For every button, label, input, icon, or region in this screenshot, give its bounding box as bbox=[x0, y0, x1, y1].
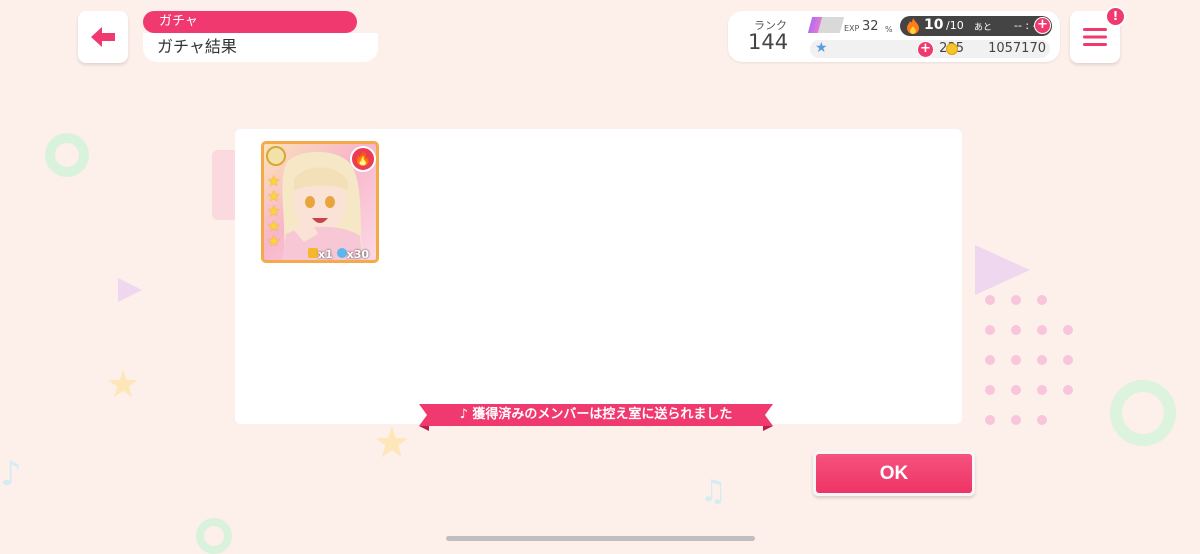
notice-text: ♪ 獲得済みのメンバーは控え室に送られました bbox=[419, 404, 773, 426]
ok-button[interactable]: OK bbox=[813, 451, 975, 496]
star-coin-icon bbox=[336, 248, 347, 258]
bg-star-decoration: ★ bbox=[106, 362, 141, 406]
stamina-current: 10 bbox=[924, 17, 944, 33]
stamina-add-button[interactable]: + bbox=[1034, 17, 1051, 34]
gift-box-icon bbox=[308, 248, 318, 258]
star-gem-icon: ★ bbox=[815, 40, 828, 56]
flame-icon bbox=[907, 18, 919, 34]
exp-label: EXP bbox=[844, 24, 860, 33]
bonus-items-count: x1 bbox=[318, 248, 333, 261]
header-category: ガチャ bbox=[143, 11, 357, 33]
back-button[interactable] bbox=[78, 11, 128, 63]
bonus-badges: x1 x30 bbox=[308, 248, 369, 261]
stamina-recovery-label: あと bbox=[974, 23, 993, 33]
rank-value: 144 bbox=[748, 30, 789, 54]
exp-percent: 32 bbox=[862, 19, 879, 34]
home-indicator[interactable] bbox=[446, 536, 755, 541]
notification-badge: ! bbox=[1105, 6, 1126, 27]
bg-music-note-decoration: ♪ bbox=[0, 454, 22, 494]
stamina-display: 10 /10 あと -- : -- bbox=[900, 16, 1052, 36]
arrow-left-icon bbox=[91, 27, 115, 47]
coin-icon bbox=[946, 43, 958, 55]
rarity-star-icon: ★ bbox=[267, 232, 281, 250]
hamburger-menu-icon bbox=[1083, 28, 1107, 46]
band-emblem-icon bbox=[266, 146, 286, 166]
member-card[interactable]: 🔥 ★ ★ ★ ★ ★ x1 x30 bbox=[261, 141, 379, 263]
bg-ring-decoration bbox=[45, 133, 89, 177]
notice-banner: ♪ 獲得済みのメンバーは控え室に送られました bbox=[419, 404, 773, 431]
stamina-max: /10 bbox=[946, 19, 964, 32]
gacha-result-panel: 🔥 ★ ★ ★ ★ ★ x1 x30 bbox=[235, 129, 962, 424]
player-status-panel: ランク 144 EXP 32 % 10 /10 あと -- : -- + ★ 2… bbox=[728, 11, 1060, 62]
ok-label: OK bbox=[816, 454, 972, 493]
bg-music-note-decoration: ♫ bbox=[700, 474, 727, 509]
notice-message: 獲得済みのメンバーは控え室に送られました bbox=[472, 407, 733, 422]
exp-progress-fill bbox=[807, 17, 823, 33]
bg-ring-decoration bbox=[196, 518, 232, 554]
bg-triangle-decoration bbox=[975, 245, 1030, 295]
fire-attribute-icon: 🔥 bbox=[350, 146, 376, 172]
bonus-stars-count: x30 bbox=[346, 248, 369, 261]
guitar-icon: ♪ bbox=[459, 407, 468, 422]
page-title: ガチャ結果 bbox=[143, 33, 378, 62]
bg-ring-decoration bbox=[1110, 380, 1176, 446]
bg-dots-decoration bbox=[985, 255, 1075, 445]
exp-progress-bar bbox=[807, 17, 845, 33]
coin-count: 1057170 bbox=[988, 41, 1046, 56]
exp-unit: % bbox=[885, 25, 893, 34]
bg-triangle-decoration bbox=[118, 278, 142, 302]
bg-star-decoration: ★ bbox=[373, 418, 411, 467]
rarity-stars: ★ ★ ★ ★ ★ bbox=[267, 174, 283, 249]
star-add-button[interactable]: + bbox=[917, 41, 934, 58]
